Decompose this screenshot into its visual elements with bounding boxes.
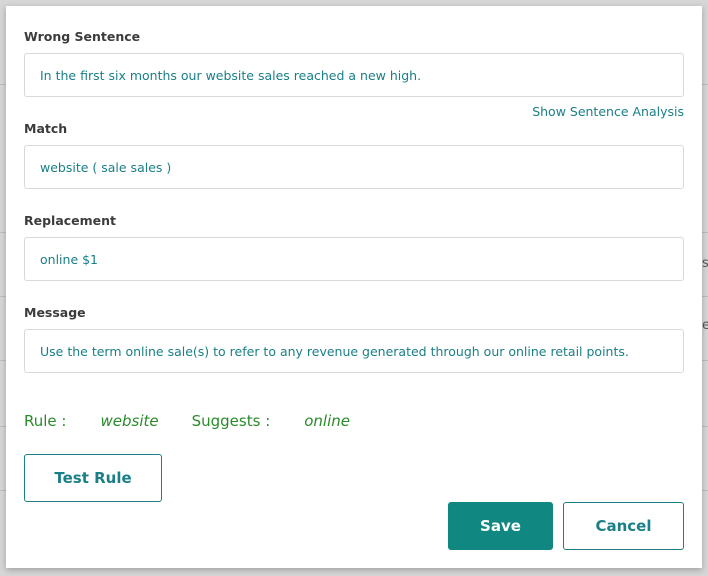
- cancel-button[interactable]: Cancel: [563, 502, 684, 550]
- wrong-sentence-label: Wrong Sentence: [24, 29, 141, 44]
- suggests-value: online: [304, 412, 351, 430]
- rule-summary: Rule : website Suggests : online: [24, 412, 350, 430]
- rule-editor-dialog: Wrong Sentence In the first six months o…: [6, 6, 702, 568]
- match-label: Match: [24, 121, 68, 136]
- match-field[interactable]: website ( sale sales ): [24, 145, 684, 189]
- test-rule-button[interactable]: Test Rule: [24, 454, 162, 502]
- rule-value: website: [100, 412, 159, 430]
- show-sentence-analysis-link[interactable]: Show Sentence Analysis: [532, 104, 684, 119]
- rule-key: Rule :: [24, 412, 67, 430]
- suggests-key: Suggests :: [191, 412, 271, 430]
- replacement-label: Replacement: [24, 213, 117, 228]
- backdrop-text: s.: [702, 256, 708, 271]
- backdrop-text: e: [702, 318, 708, 333]
- wrong-sentence-field[interactable]: In the first six months our website sale…: [24, 53, 684, 97]
- save-button[interactable]: Save: [448, 502, 553, 550]
- message-label: Message: [24, 305, 86, 320]
- replacement-field[interactable]: online $1: [24, 237, 684, 281]
- message-field[interactable]: Use the term online sale(s) to refer to …: [24, 329, 684, 373]
